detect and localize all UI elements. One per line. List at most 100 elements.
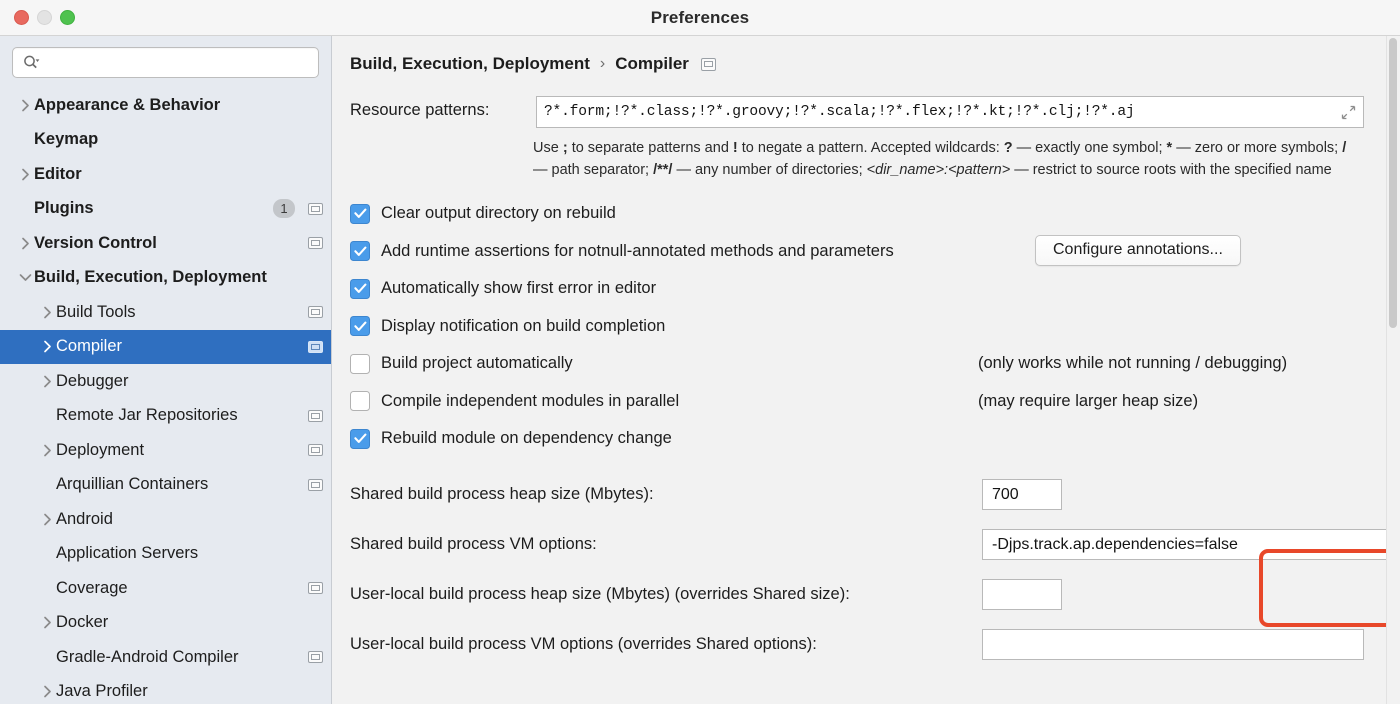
sidebar-item-label: Version Control <box>34 234 304 253</box>
close-button[interactable] <box>14 10 29 25</box>
search-box[interactable] <box>12 47 319 78</box>
sidebar-item-label: Application Servers <box>56 544 323 563</box>
sidebar-item-application-servers[interactable]: Application Servers <box>0 537 331 572</box>
sidebar-item-docker[interactable]: Docker <box>0 606 331 641</box>
project-scope-icon <box>308 582 323 594</box>
search-input[interactable] <box>44 54 310 72</box>
checkbox-row[interactable]: Rebuild module on dependency change <box>350 420 1400 458</box>
checkbox-row[interactable]: Build project automatically (only works w… <box>350 345 1400 383</box>
sidebar-item-coverage[interactable]: Coverage <box>0 571 331 606</box>
project-scope-icon[interactable] <box>701 58 716 71</box>
plugins-update-badge: 1 <box>273 199 295 218</box>
main-scrollbar[interactable] <box>1386 36 1400 704</box>
settings-sidebar: Appearance & Behavior KeymapEditorPlugins… <box>0 36 332 704</box>
sidebar-item-keymap[interactable]: Keymap <box>0 123 331 158</box>
window-title-bar: Preferences <box>0 0 1400 36</box>
help-seg: ; <box>563 140 572 156</box>
chevron-right-icon[interactable] <box>38 375 56 388</box>
field-row: Shared build process VM options:-Djps.tr… <box>350 520 1400 570</box>
sidebar-item-version-control[interactable]: Version Control <box>0 226 331 261</box>
field-input-user-local-build-process-heap-size-mbytes-ov[interactable] <box>982 579 1062 610</box>
sidebar-item-appearance-behavior[interactable]: Appearance & Behavior <box>0 88 331 123</box>
expand-arrows-icon[interactable] <box>1339 105 1357 120</box>
sidebar-item-gradle-android-compiler[interactable]: Gradle-Android Compiler <box>0 640 331 675</box>
chevron-right-icon[interactable] <box>38 340 56 353</box>
sidebar-item-arquillian-containers[interactable]: Arquillian Containers <box>0 468 331 503</box>
chevron-right-icon[interactable] <box>38 685 56 698</box>
checkbox-label: Display notification on build completion <box>381 317 665 336</box>
project-scope-icon <box>308 237 323 249</box>
project-scope-icon <box>308 306 323 318</box>
checkbox-label: Automatically show first error in editor <box>381 279 656 298</box>
resource-patterns-value[interactable]: ?*.form;!?*.class;!?*.groovy;!?*.scala;!… <box>544 104 1339 120</box>
sidebar-item-label: Remote Jar Repositories <box>56 406 304 425</box>
search-icon <box>23 55 40 70</box>
sidebar-item-editor[interactable]: Editor <box>0 157 331 192</box>
sidebar-item-label: Build Tools <box>56 303 304 322</box>
resource-patterns-label: Resource patterns: <box>350 96 536 120</box>
field-label: User-local build process heap size (Mbyt… <box>350 585 850 604</box>
sidebar-item-label: Debugger <box>56 372 323 391</box>
help-seg: — path separator; <box>533 162 653 178</box>
sidebar-item-remote-jar-repositories[interactable]: Remote Jar Repositories <box>0 399 331 434</box>
checkbox-label: Clear output directory on rebuild <box>381 204 616 223</box>
sidebar-item-label: Appearance & Behavior <box>34 96 323 115</box>
checkbox-row[interactable]: Clear output directory on rebuild <box>350 195 1400 233</box>
checkbox-label: Build project automatically <box>381 354 573 373</box>
maximize-button[interactable] <box>60 10 75 25</box>
sidebar-item-build-tools[interactable]: Build Tools <box>0 295 331 330</box>
sidebar-item-label: Gradle-Android Compiler <box>56 648 304 667</box>
chevron-right-icon[interactable] <box>38 513 56 526</box>
sidebar-item-compiler[interactable]: Compiler <box>0 330 331 365</box>
help-seg: to separate patterns and <box>572 140 733 156</box>
field-label: Shared build process heap size (Mbytes): <box>350 485 654 504</box>
field-input-user-local-build-process-vm-options-override[interactable] <box>982 629 1364 660</box>
checkbox-display-notification-on-build-completion[interactable] <box>350 316 370 336</box>
checkbox-row[interactable]: Add runtime assertions for notnull-annot… <box>350 233 1400 271</box>
main-scrollbar-thumb[interactable] <box>1389 38 1397 328</box>
chevron-right-icon[interactable] <box>38 444 56 457</box>
traffic-lights <box>14 10 75 25</box>
field-input-shared-build-process-vm-options[interactable]: -Djps.track.ap.dependencies=false <box>982 529 1392 560</box>
help-seg: Use <box>533 140 563 156</box>
checkbox-rebuild-module-on-dependency-change[interactable] <box>350 429 370 449</box>
breadcrumb-parent[interactable]: Build, Execution, Deployment <box>350 54 590 74</box>
configure-annotations-button[interactable]: Configure annotations... <box>1035 235 1241 266</box>
sidebar-item-deployment[interactable]: Deployment <box>0 433 331 468</box>
sidebar-item-plugins[interactable]: Plugins1 <box>0 192 331 227</box>
chevron-right-icon[interactable] <box>38 306 56 319</box>
chevron-down-icon[interactable] <box>16 273 34 282</box>
help-seg: — exactly one symbol; <box>1013 140 1167 156</box>
sidebar-item-java-profiler[interactable]: Java Profiler <box>0 675 331 704</box>
checkbox-row[interactable]: Automatically show first error in editor <box>350 270 1400 308</box>
checkbox-compile-independent-modules-in-parallel[interactable] <box>350 391 370 411</box>
sidebar-item-label: Compiler <box>56 337 304 356</box>
chevron-right-icon[interactable] <box>16 168 34 181</box>
sidebar-item-label: Coverage <box>56 579 304 598</box>
window-title: Preferences <box>0 8 1400 28</box>
chevron-right-icon[interactable] <box>16 237 34 250</box>
minimize-button[interactable] <box>37 10 52 25</box>
chevron-right-icon[interactable] <box>16 99 34 112</box>
resource-patterns-field[interactable]: ?*.form;!?*.class;!?*.groovy;!?*.scala;!… <box>536 96 1364 128</box>
build-process-fields: Shared build process heap size (Mbytes):… <box>332 470 1400 670</box>
checkbox-side-note: (may require larger heap size) <box>978 392 1198 411</box>
sidebar-item-build-execution-deployment[interactable]: Build, Execution, Deployment <box>0 261 331 296</box>
checkbox-row[interactable]: Display notification on build completion <box>350 308 1400 346</box>
checkbox-build-project-automatically[interactable] <box>350 354 370 374</box>
help-seg: ! <box>733 140 742 156</box>
checkbox-row[interactable]: Compile independent modules in parallel (… <box>350 383 1400 421</box>
sidebar-item-debugger[interactable]: Debugger <box>0 364 331 399</box>
help-seg: /**/ <box>653 162 672 178</box>
chevron-right-icon[interactable] <box>38 616 56 629</box>
checkbox-automatically-show-first-error-in-editor[interactable] <box>350 279 370 299</box>
project-scope-icon <box>308 479 323 491</box>
breadcrumb-current: Compiler <box>615 54 689 74</box>
field-input-shared-build-process-heap-size-mbytes[interactable]: 700 <box>982 479 1062 510</box>
checkbox-add-runtime-assertions-for-notnull-annotated-methods-and-parameters[interactable] <box>350 241 370 261</box>
checkbox-clear-output-directory-on-rebuild[interactable] <box>350 204 370 224</box>
sidebar-item-android[interactable]: Android <box>0 502 331 537</box>
checkbox-label: Compile independent modules in parallel <box>381 392 679 411</box>
checkbox-side-note: (only works while not running / debuggin… <box>978 354 1287 373</box>
sidebar-item-label: Java Profiler <box>56 682 323 701</box>
